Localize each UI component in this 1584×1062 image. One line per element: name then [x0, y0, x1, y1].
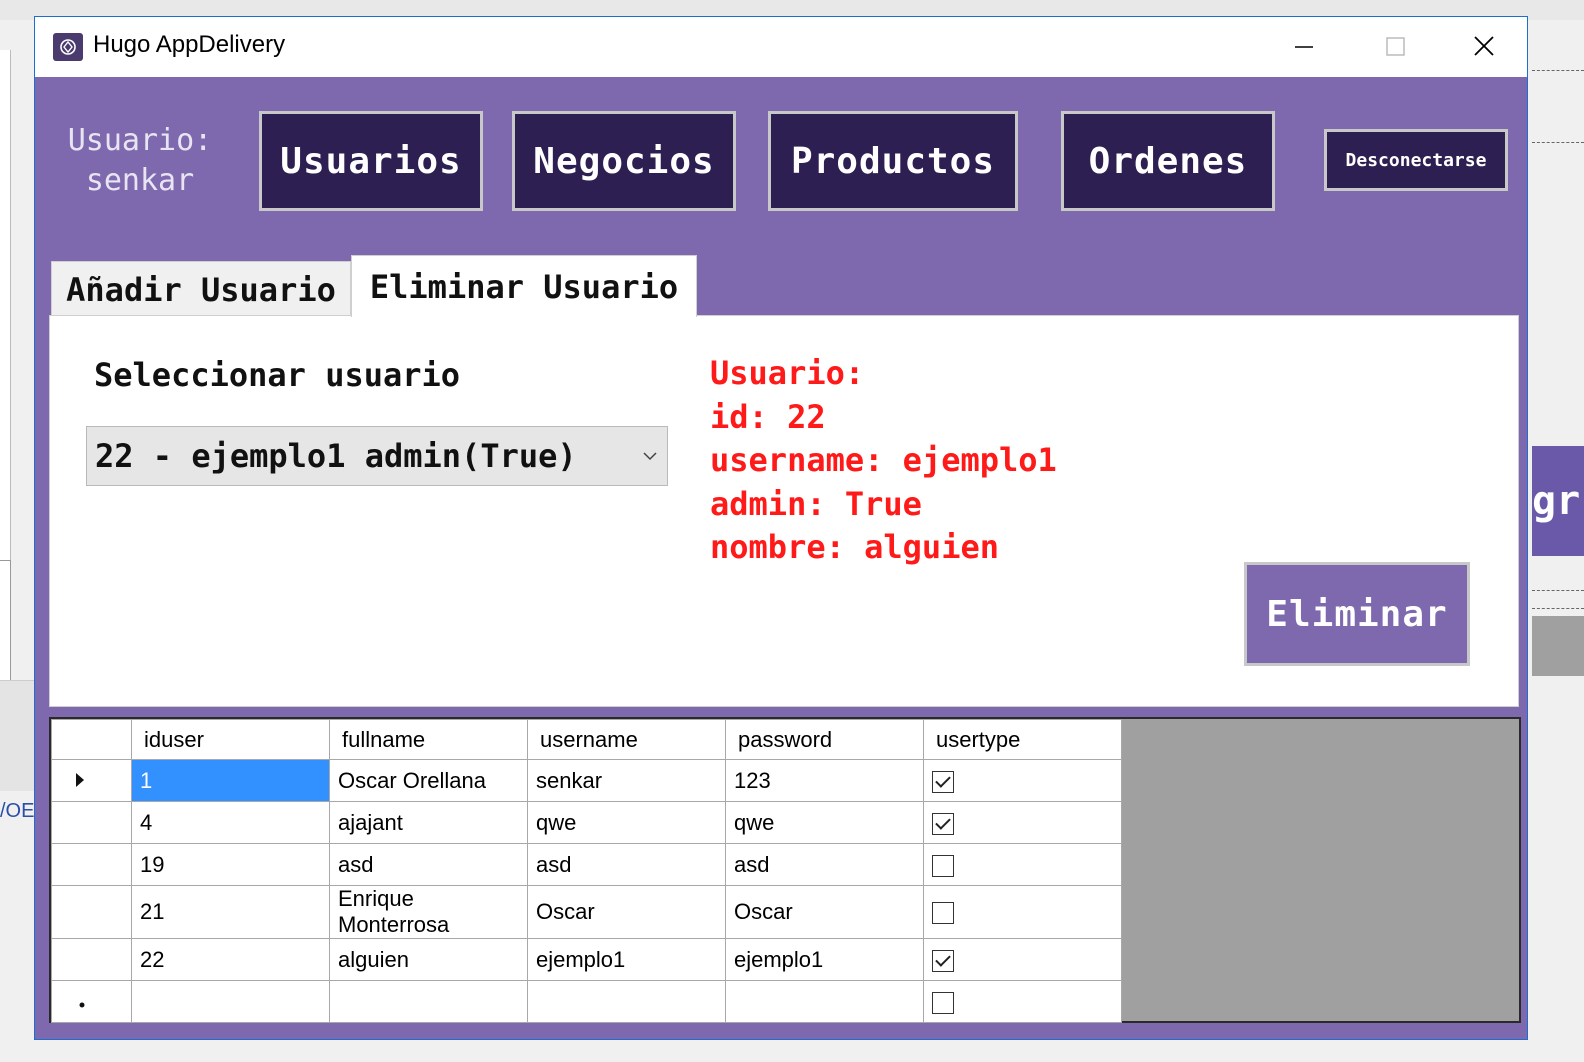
current-user-label: Usuario: senkar — [65, 121, 215, 201]
checkbox-checked[interactable] — [932, 770, 954, 793]
select-user-label: Seleccionar usuario — [94, 356, 461, 394]
row-header[interactable] — [51, 843, 132, 886]
cell-fullname[interactable]: asd — [329, 843, 528, 886]
nav-usuarios-button[interactable]: Usuarios — [259, 111, 483, 211]
app-icon — [53, 33, 83, 61]
cell-empty[interactable] — [527, 980, 726, 1023]
cell-usertype[interactable] — [923, 885, 1122, 939]
new-row-asterisk-icon — [79, 1002, 85, 1007]
cell-password[interactable]: ejemplo1 — [725, 938, 924, 981]
user-label-heading: Usuario: — [67, 123, 213, 158]
nav-productos-button[interactable]: Productos — [768, 111, 1018, 211]
row-header[interactable] — [51, 885, 132, 939]
close-button[interactable] — [1439, 17, 1529, 77]
table-row[interactable]: 19 asd asd asd — [51, 843, 1122, 886]
cell-usertype[interactable] — [923, 843, 1122, 886]
user-info-id: id: 22 — [710, 397, 826, 436]
current-row-arrow-icon — [76, 772, 84, 787]
cell-iduser[interactable]: 21 — [131, 885, 330, 939]
cell-empty[interactable] — [725, 980, 924, 1023]
checkbox-unchecked[interactable] — [932, 854, 954, 877]
users-table: iduser fullname username password userty… — [51, 719, 1122, 1023]
cell-fullname[interactable]: Oscar Orellana — [329, 759, 528, 802]
table-row[interactable]: 22 alguien ejemplo1 ejemplo1 — [51, 938, 1122, 981]
delete-user-panel: Seleccionar usuario 22 - ejemplo1 admin(… — [49, 315, 1519, 707]
cell-usertype[interactable] — [923, 980, 1122, 1023]
cell-username[interactable]: ejemplo1 — [527, 938, 726, 981]
column-header-fullname[interactable]: fullname — [329, 719, 528, 760]
app-window: Hugo AppDelivery Usuario: senkar Usuario… — [34, 16, 1528, 1040]
nav-ordenes-button[interactable]: Ordenes — [1061, 111, 1275, 211]
column-header-usertype[interactable]: usertype — [923, 719, 1122, 760]
title-bar[interactable]: Hugo AppDelivery — [35, 17, 1527, 77]
tab-add-user[interactable]: Añadir Usuario — [51, 261, 351, 317]
checkbox-unchecked[interactable] — [932, 991, 954, 1014]
row-header-corner[interactable] — [51, 719, 132, 760]
table-row[interactable]: 1 Oscar Orellana senkar 123 — [51, 759, 1122, 802]
cell-iduser[interactable]: 19 — [131, 843, 330, 886]
background-right-divider — [1532, 142, 1584, 143]
cell-username[interactable]: qwe — [527, 801, 726, 844]
checkbox-checked[interactable] — [932, 812, 954, 835]
cell-usertype[interactable] — [923, 801, 1122, 844]
minimize-button[interactable] — [1259, 17, 1349, 77]
user-info-admin: admin: True — [710, 484, 922, 523]
user-info-username: username: ejemplo1 — [710, 441, 1057, 479]
cell-iduser[interactable]: 4 — [131, 801, 330, 844]
checkbox-checked[interactable] — [932, 949, 954, 972]
delete-user-button[interactable]: Eliminar — [1244, 562, 1470, 666]
cell-password[interactable]: 123 — [725, 759, 924, 802]
background-right-divider — [1532, 70, 1584, 79]
background-right-gray — [1532, 616, 1584, 676]
background-left-panel-lower — [0, 560, 11, 682]
window-title: Hugo AppDelivery — [93, 31, 286, 58]
background-left-text: /OE — [0, 800, 35, 822]
users-data-grid[interactable]: iduser fullname username password userty… — [49, 717, 1521, 1023]
cell-username[interactable]: asd — [527, 843, 726, 886]
maximize-button[interactable] — [1349, 17, 1439, 77]
cell-username[interactable]: Oscar — [527, 885, 726, 939]
user-select-dropdown[interactable]: 22 - ejemplo1 admin(True) — [86, 426, 668, 486]
column-header-username[interactable]: username — [527, 719, 726, 760]
cell-password[interactable]: Oscar — [725, 885, 924, 939]
user-info-block: Usuario: id: 22 username: ejemplo1 admin… — [710, 352, 1057, 570]
cell-iduser[interactable]: 22 — [131, 938, 330, 981]
background-right-divider — [1532, 608, 1584, 609]
row-header[interactable] — [51, 938, 132, 981]
background-right-button: gr — [1532, 446, 1584, 556]
row-header[interactable] — [51, 980, 132, 1023]
cell-fullname[interactable]: ajajant — [329, 801, 528, 844]
minimize-icon — [1295, 46, 1313, 48]
cell-usertype[interactable] — [923, 759, 1122, 802]
cell-usertype[interactable] — [923, 938, 1122, 981]
row-header[interactable] — [51, 759, 132, 802]
user-label-name: senkar — [85, 163, 195, 198]
maximize-icon — [1386, 37, 1405, 56]
cell-username[interactable]: senkar — [527, 759, 726, 802]
cell-password[interactable]: qwe — [725, 801, 924, 844]
table-new-row[interactable] — [51, 980, 1122, 1023]
checkbox-unchecked[interactable] — [932, 902, 954, 925]
table-row[interactable]: 4 ajajant qwe qwe — [51, 801, 1122, 844]
cell-fullname[interactable]: Enrique Monterrosa — [329, 885, 528, 939]
nav-negocios-button[interactable]: Negocios — [512, 111, 736, 211]
cell-empty[interactable] — [329, 980, 528, 1023]
user-info-nombre: nombre: alguien — [710, 528, 999, 566]
cell-fullname[interactable]: alguien — [329, 938, 528, 981]
user-info-heading: Usuario: — [710, 354, 865, 392]
table-header-row: iduser fullname username password userty… — [51, 719, 1122, 760]
close-icon — [1474, 36, 1494, 56]
column-header-iduser[interactable]: iduser — [131, 719, 330, 760]
table-row[interactable]: 21 Enrique Monterrosa Oscar Oscar — [51, 885, 1122, 939]
cell-password[interactable]: asd — [725, 843, 924, 886]
chevron-down-icon — [643, 452, 657, 461]
user-select-value: 22 - ejemplo1 admin(True) — [95, 437, 577, 475]
cell-iduser[interactable]: 1 — [131, 759, 330, 802]
logout-button[interactable]: Desconectarse — [1324, 129, 1508, 191]
background-right-divider — [1532, 590, 1584, 591]
column-header-password[interactable]: password — [725, 719, 924, 760]
cell-empty[interactable] — [131, 980, 330, 1023]
tab-delete-user[interactable]: Eliminar Usuario — [351, 255, 697, 317]
row-header[interactable] — [51, 801, 132, 844]
